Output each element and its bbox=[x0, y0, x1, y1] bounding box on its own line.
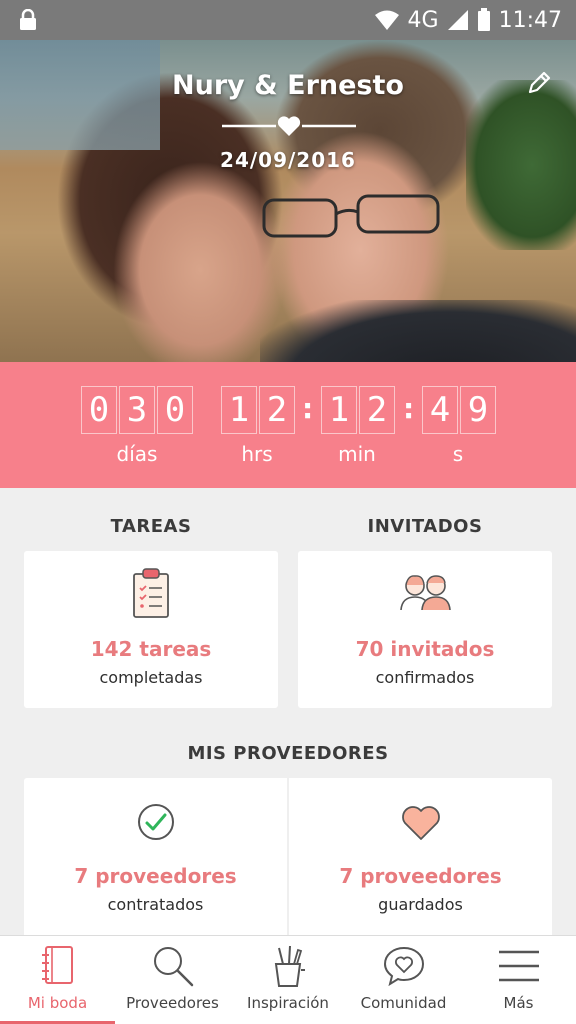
minutes-label: min bbox=[338, 442, 376, 466]
battery-icon bbox=[477, 8, 490, 31]
lock-icon bbox=[20, 9, 36, 30]
heart-divider-icon bbox=[222, 116, 356, 136]
edit-pencil-icon[interactable] bbox=[526, 70, 552, 96]
status-right: 4G 11:47 bbox=[374, 0, 562, 40]
tasks-count: 142 tareas bbox=[90, 637, 212, 661]
seconds-label: s bbox=[452, 442, 464, 466]
countdown-digit: 1 bbox=[221, 386, 257, 434]
nav-item-mas[interactable]: Más bbox=[461, 936, 576, 1024]
heart-icon bbox=[401, 806, 440, 840]
hired-vendors-caption: contratados bbox=[107, 895, 204, 914]
saved-vendors-count: 7 proveedores bbox=[339, 864, 502, 888]
hours-label: hrs bbox=[241, 442, 273, 466]
wifi-icon bbox=[374, 10, 399, 30]
tasks-card[interactable]: 142 tareas completadas bbox=[24, 551, 278, 708]
couple-name: Nury & Ernesto bbox=[172, 70, 404, 101]
signal-icon bbox=[447, 10, 468, 30]
tasks-caption: completadas bbox=[99, 668, 203, 687]
countdown-digit: 9 bbox=[460, 386, 496, 434]
guests-caption: confirmados bbox=[375, 668, 475, 687]
nav-item-comunidad[interactable]: Comunidad bbox=[346, 936, 461, 1024]
days-label: días bbox=[116, 442, 158, 466]
chat-heart-icon bbox=[383, 946, 424, 987]
countdown-digit: 4 bbox=[422, 386, 458, 434]
couple-guests-icon bbox=[400, 575, 451, 611]
saved-vendors-caption: guardados bbox=[378, 895, 463, 914]
check-circle-icon bbox=[137, 804, 174, 840]
tasks-section-title: TAREAS bbox=[110, 516, 192, 537]
guests-section-title: INVITADOS bbox=[367, 516, 483, 537]
network-type: 4G bbox=[407, 7, 439, 33]
pencil-cup-icon bbox=[274, 945, 305, 987]
hired-vendors-count: 7 proveedores bbox=[74, 864, 237, 888]
countdown-digit: 3 bbox=[119, 386, 155, 434]
nav-label: Inspiración bbox=[247, 994, 329, 1012]
vendors-section-title: MIS PROVEEDORES bbox=[187, 743, 389, 764]
saved-vendors-card[interactable]: 7 proveedores guardados bbox=[289, 778, 552, 938]
nav-label: Mi boda bbox=[27, 994, 88, 1012]
notebook-icon bbox=[41, 946, 73, 984]
nav-label: Comunidad bbox=[360, 994, 447, 1012]
search-icon bbox=[153, 947, 193, 987]
wedding-date: 24/09/2016 bbox=[220, 148, 356, 172]
guests-card[interactable]: 70 invitados confirmados bbox=[298, 551, 552, 708]
countdown-digit: 0 bbox=[81, 386, 117, 434]
countdown-digit: 2 bbox=[259, 386, 295, 434]
countdown-digit: 2 bbox=[359, 386, 395, 434]
nav-label: Más bbox=[503, 994, 534, 1012]
countdown-panel: 0 3 0 1 2 : 1 2 : 4 9 días hrs min s bbox=[0, 362, 576, 488]
guests-count: 70 invitados bbox=[355, 637, 495, 661]
photo-shirt bbox=[260, 300, 576, 362]
photo-glasses bbox=[262, 194, 440, 238]
nav-label: Proveedores bbox=[126, 994, 219, 1012]
menu-icon bbox=[498, 950, 539, 982]
couple-photo: Nury & Ernesto 24/09/2016 bbox=[0, 40, 576, 362]
clipboard-checklist-icon bbox=[133, 568, 169, 618]
status-bar: 4G 11:47 bbox=[0, 0, 576, 40]
nav-item-proveedores[interactable]: Proveedores bbox=[115, 936, 230, 1024]
status-time: 11:47 bbox=[498, 7, 562, 33]
countdown-digit: 0 bbox=[157, 386, 193, 434]
countdown-digit: 1 bbox=[321, 386, 357, 434]
nav-item-mi-boda[interactable]: Mi boda bbox=[0, 936, 115, 1024]
bottom-navigation: Mi boda Proveedores Inspiración Comunida… bbox=[0, 935, 576, 1024]
countdown-separator: : bbox=[302, 392, 314, 425]
nav-item-inspiracion[interactable]: Inspiración bbox=[230, 936, 346, 1024]
countdown-separator: : bbox=[403, 392, 415, 425]
hired-vendors-card[interactable]: 7 proveedores contratados bbox=[24, 778, 287, 938]
